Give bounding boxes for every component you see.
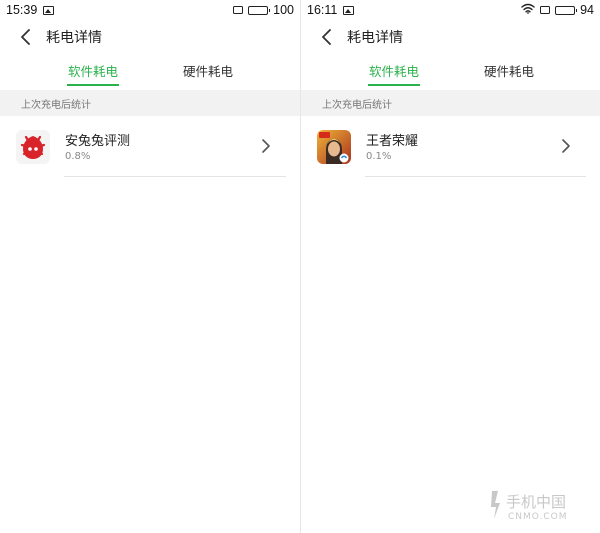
app-list-item[interactable]: 安兔兔评测 0.8% — [0, 116, 300, 177]
status-time: 15:39 — [6, 3, 38, 17]
status-bar: 16:11 94 — [301, 0, 600, 20]
app-name: 安兔兔评测 — [65, 134, 131, 149]
battery-icon — [248, 5, 271, 15]
app-usage-percent: 0.1% — [366, 151, 392, 162]
status-bar: 15:39 100 — [0, 0, 300, 20]
section-header: 上次充电后统计 — [0, 90, 300, 116]
title-bar: 耗电详情 — [0, 20, 300, 54]
battery-icon — [555, 5, 578, 15]
screen-left: 15:39 100 耗电详情 软件耗电 硬件耗电 上次充电后统计 安兔兔评测 0… — [0, 0, 300, 533]
chevron-right-icon — [560, 138, 572, 154]
app-name: 王者荣耀 — [366, 134, 419, 149]
wifi-icon — [521, 3, 535, 17]
cnmo-watermark-logo: 手机中国 CNMO.COM — [488, 487, 592, 523]
sim-icon — [540, 6, 551, 14]
app-usage-percent: 0.8% — [65, 151, 91, 162]
page-title: 耗电详情 — [347, 30, 403, 46]
battery-level: 100 — [273, 3, 294, 17]
tab-hardware-power[interactable]: 硬件耗电 — [178, 54, 238, 86]
sim-icon — [233, 6, 244, 14]
tab-bar: 软件耗电 硬件耗电 — [301, 54, 600, 86]
status-right: 94 — [521, 3, 594, 17]
chevron-right-icon — [260, 138, 272, 154]
tab-software-power[interactable]: 软件耗电 — [364, 54, 424, 86]
watermark-text: 手机中国 — [506, 493, 566, 511]
tab-hardware-power[interactable]: 硬件耗电 — [479, 54, 539, 86]
status-right: 100 — [233, 3, 294, 17]
status-time: 16:11 — [307, 3, 338, 17]
title-bar: 耗电详情 — [301, 20, 600, 54]
section-header: 上次充电后统计 — [301, 90, 600, 116]
battery-level: 94 — [580, 3, 594, 17]
back-arrow-icon[interactable] — [317, 27, 337, 47]
back-arrow-icon[interactable] — [16, 27, 36, 47]
tab-bar: 软件耗电 硬件耗电 — [0, 54, 300, 86]
item-divider — [64, 176, 286, 177]
app-list-item[interactable]: 王者荣耀 0.1% — [301, 116, 600, 177]
honor-of-kings-icon — [317, 130, 351, 164]
page-title: 耗电详情 — [46, 30, 102, 46]
image-notification-icon — [43, 5, 55, 15]
tab-software-power[interactable]: 软件耗电 — [63, 54, 123, 86]
watermark-subtext: CNMO.COM — [508, 512, 568, 522]
item-divider — [365, 176, 586, 177]
screen-right: 16:11 94 耗电详情 软件耗电 硬件耗电 上次充电后统计 王者荣耀 0.1… — [300, 0, 600, 533]
antutu-icon — [16, 130, 50, 164]
image-notification-icon — [343, 5, 355, 15]
